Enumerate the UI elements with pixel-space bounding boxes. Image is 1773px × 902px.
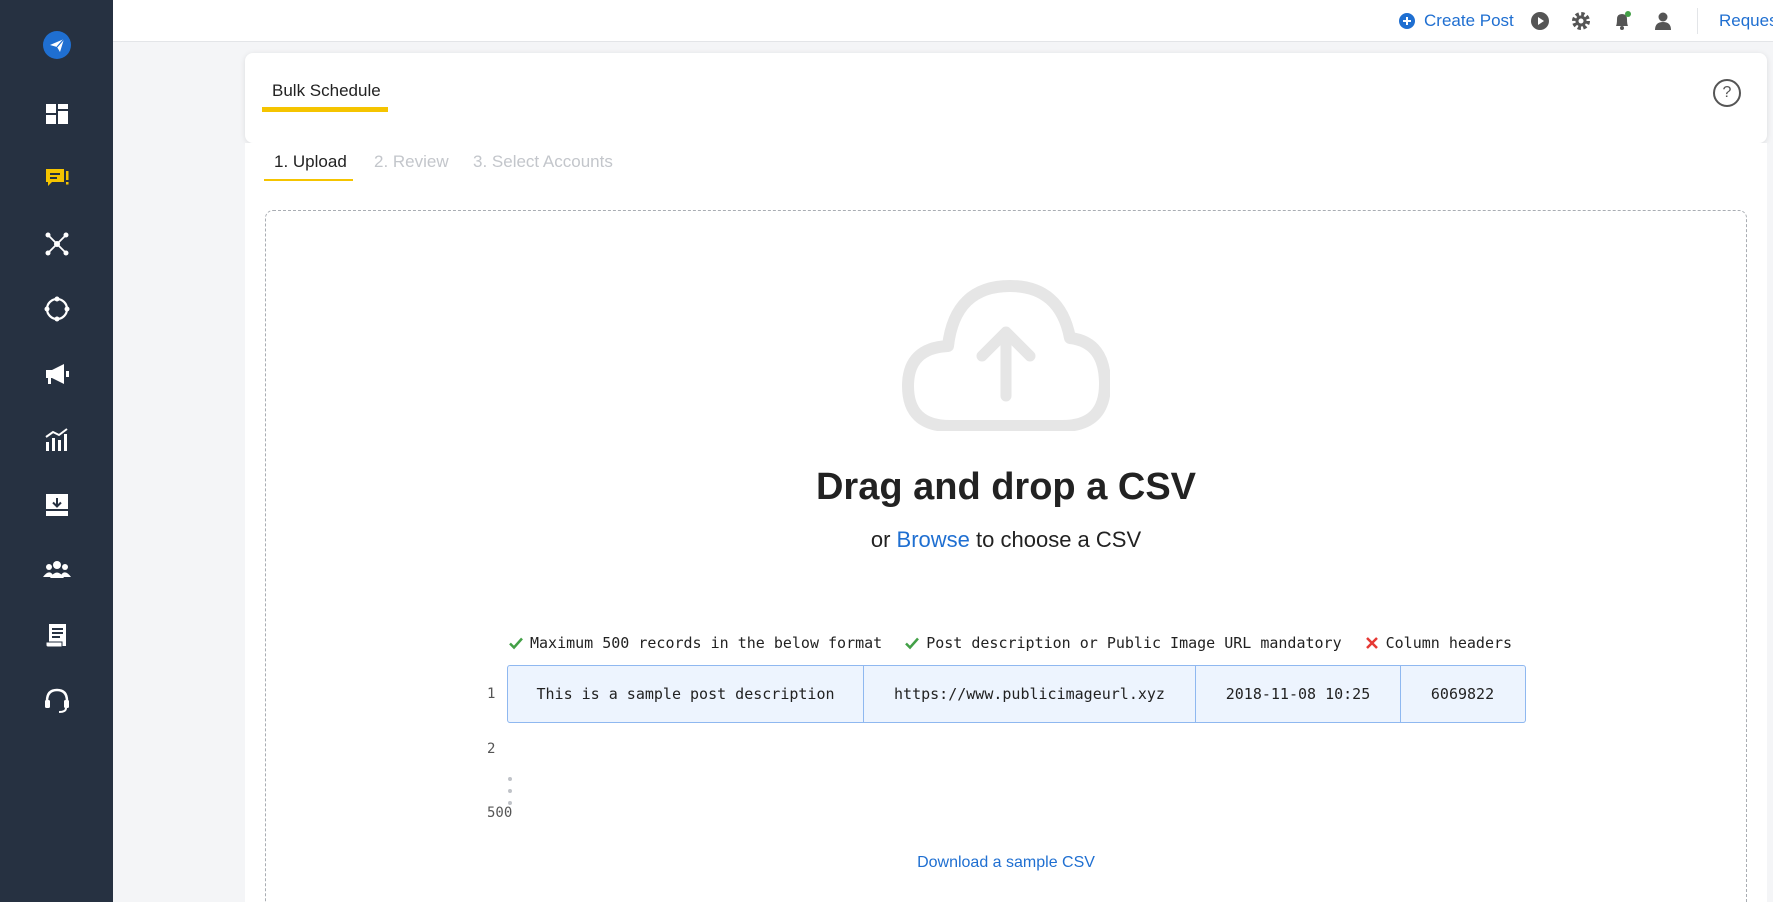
main-content: 1. Upload 2. Review 3. Select Accounts D… bbox=[245, 143, 1767, 902]
megaphone-icon bbox=[45, 364, 69, 384]
browse-prefix: or bbox=[870, 527, 891, 552]
sample-cell-image-url: https://www.publicimageurl.xyz bbox=[864, 666, 1196, 722]
sidebar-item-analytics[interactable] bbox=[0, 415, 113, 465]
check-icon bbox=[509, 637, 523, 650]
network-icon bbox=[45, 232, 68, 256]
step-select-accounts[interactable]: 3. Select Accounts bbox=[473, 152, 613, 172]
sidebar-item-team[interactable] bbox=[0, 545, 113, 595]
user-profile-button[interactable] bbox=[1652, 10, 1674, 32]
create-post-label: Create Post bbox=[1424, 11, 1514, 30]
vertical-ellipsis bbox=[507, 777, 513, 805]
inbox-download-icon bbox=[45, 494, 68, 516]
support-headset-icon bbox=[44, 688, 69, 713]
step-review[interactable]: 2. Review bbox=[374, 152, 449, 172]
sidebar-item-dashboard[interactable] bbox=[0, 89, 113, 139]
topbar-divider bbox=[1697, 8, 1698, 34]
active-tab-indicator bbox=[262, 107, 388, 112]
browse-instruction: or Browse to choose a CSV bbox=[266, 527, 1746, 553]
sample-cell-account-id: 6069822 bbox=[1430, 685, 1495, 703]
rule-mandatory-fields: Post description or Public Image URL man… bbox=[904, 634, 1342, 652]
settings-button[interactable] bbox=[1570, 10, 1592, 32]
paper-plane-logo-icon bbox=[42, 31, 71, 59]
check-icon bbox=[905, 637, 920, 650]
dashboard-icon bbox=[45, 104, 68, 124]
team-icon bbox=[42, 561, 71, 578]
browse-link[interactable]: Browse bbox=[897, 527, 970, 552]
rule-text: Post description or Public Image URL man… bbox=[926, 634, 1342, 652]
csv-dropzone[interactable]: Drag and drop a CSV or Browse to choose … bbox=[265, 210, 1747, 902]
create-post-button[interactable]: Create Post bbox=[1398, 9, 1514, 33]
row-number-2: 2 bbox=[487, 741, 496, 757]
engagement-circle-icon bbox=[44, 296, 69, 322]
cloud-upload-icon bbox=[902, 280, 1110, 431]
question-mark-icon: ? bbox=[1722, 84, 1732, 101]
notifications-button[interactable] bbox=[1611, 10, 1633, 32]
cross-icon bbox=[1365, 637, 1378, 649]
tab-bulk-schedule[interactable]: Bulk Schedule bbox=[262, 81, 391, 101]
settings-gear-icon bbox=[1572, 12, 1590, 30]
rule-text: Maximum 500 records in the below format bbox=[530, 634, 883, 652]
help-button[interactable]: ? bbox=[1713, 79, 1741, 107]
plus-circle-icon bbox=[1399, 13, 1415, 29]
sidebar-item-engagement[interactable] bbox=[0, 284, 113, 334]
row-number-500: 500 bbox=[487, 805, 513, 821]
notification-bell-icon bbox=[1616, 11, 1631, 30]
sidebar-item-publish[interactable] bbox=[0, 153, 113, 203]
play-button[interactable] bbox=[1529, 10, 1551, 32]
step-upload[interactable]: 1. Upload bbox=[274, 152, 347, 172]
sidebar bbox=[0, 0, 113, 902]
publish-chat-icon bbox=[45, 169, 68, 186]
request-link[interactable]: Reques bbox=[1719, 11, 1773, 31]
download-sample-csv-link[interactable]: Download a sample CSV bbox=[266, 854, 1746, 872]
sample-cell-description: This is a sample post description bbox=[508, 666, 864, 722]
page-header-card: Bulk Schedule ? bbox=[245, 53, 1767, 143]
top-bar: Create Post Reques bbox=[113, 0, 1773, 42]
drag-drop-title: Drag and drop a CSV bbox=[815, 466, 1197, 508]
rule-max-records: Maximum 500 records in the below format bbox=[508, 634, 882, 652]
sidebar-item-network[interactable] bbox=[0, 219, 113, 269]
sample-csv-row: This is a sample post description https:… bbox=[507, 665, 1526, 723]
row-number-1: 1 bbox=[487, 686, 496, 702]
browse-suffix: to choose a CSV bbox=[976, 527, 1142, 552]
sidebar-item-support[interactable] bbox=[0, 675, 113, 725]
csv-rules: Maximum 500 records in the below format … bbox=[508, 634, 1512, 652]
play-icon bbox=[1531, 12, 1549, 30]
rule-column-headers: Column headers bbox=[1364, 634, 1512, 652]
active-step-indicator bbox=[264, 179, 353, 181]
sidebar-item-reports[interactable] bbox=[0, 610, 113, 660]
user-profile-icon bbox=[1655, 12, 1671, 30]
rule-text: Column headers bbox=[1385, 634, 1513, 652]
analytics-icon bbox=[44, 428, 68, 451]
sidebar-item-inbox[interactable] bbox=[0, 480, 113, 530]
sidebar-logo[interactable] bbox=[0, 20, 113, 70]
sample-cell-datetime: 2018-11-08 10:25 bbox=[1196, 666, 1401, 722]
sidebar-item-campaigns[interactable] bbox=[0, 349, 113, 399]
report-icon bbox=[45, 624, 66, 648]
